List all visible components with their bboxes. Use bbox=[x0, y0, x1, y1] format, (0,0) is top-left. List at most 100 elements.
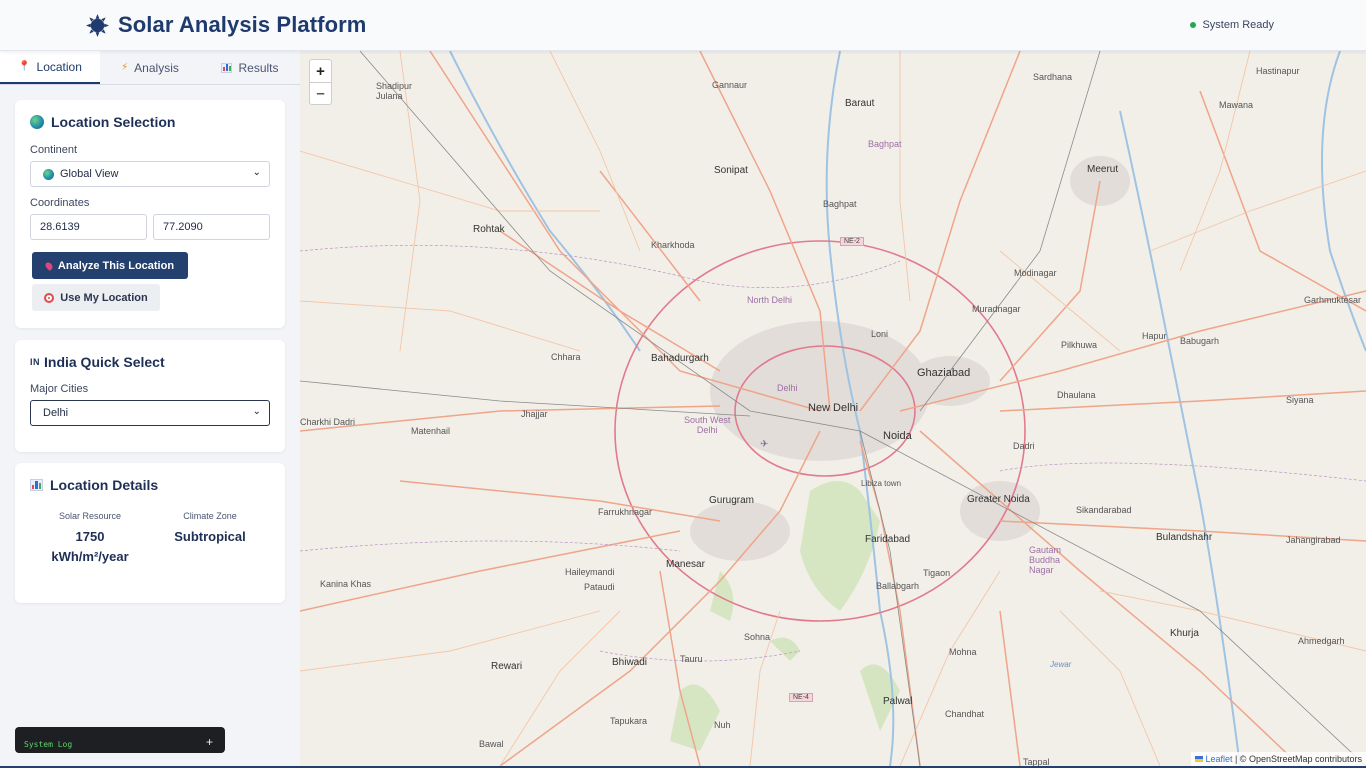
city-value: Delhi bbox=[43, 407, 69, 419]
leaflet-link[interactable]: Leaflet bbox=[1205, 754, 1232, 764]
map-attribution: Leaflet | © OpenStreetMap contributors bbox=[1190, 752, 1366, 766]
map-label: Jhajjar bbox=[521, 409, 548, 419]
app-header: Solar Analysis Platform System Ready bbox=[0, 0, 1366, 51]
chevron-down-icon: ⌄ bbox=[252, 406, 261, 417]
card-title: IN India Quick Select bbox=[30, 354, 165, 370]
coordinates-label: Coordinates bbox=[30, 197, 90, 209]
map-label: Rewari bbox=[491, 661, 523, 672]
major-cities-label: Major Cities bbox=[30, 383, 89, 395]
target-icon bbox=[44, 292, 55, 303]
bar-chart-icon bbox=[30, 479, 43, 491]
india-quick-select-card: IN India Quick Select Major Cities Delhi… bbox=[15, 340, 285, 452]
map-label: Rohtak bbox=[473, 224, 505, 235]
map-label: Ghaziabad bbox=[917, 367, 971, 379]
map-label: Bulandshahr bbox=[1156, 532, 1213, 543]
card-title: Location Details bbox=[30, 477, 270, 493]
map-label: Dadri bbox=[1013, 441, 1035, 451]
map-label: Matenhail bbox=[411, 426, 451, 436]
bar-chart-icon bbox=[221, 62, 233, 73]
map-label: Bawal bbox=[479, 739, 504, 749]
map-label: Sohna bbox=[744, 632, 771, 642]
details-grid: Solar Resource 1750 kWh/m²/year Climate … bbox=[30, 511, 270, 567]
tab-location[interactable]: 📍 Location bbox=[0, 51, 100, 84]
map-label: Charkhi Dadri bbox=[300, 417, 356, 427]
map-label: Manesar bbox=[666, 559, 705, 570]
pin-icon: 📍 bbox=[18, 61, 31, 72]
tab-bar: 📍 Location ⚡ Analysis Results bbox=[0, 51, 300, 85]
map-label: Libiza town bbox=[861, 479, 902, 488]
map-label: Siyana bbox=[1286, 395, 1314, 405]
app-title: Solar Analysis Platform bbox=[118, 12, 367, 37]
tab-label: Analysis bbox=[134, 60, 179, 75]
map-label: South West Delhi bbox=[684, 415, 731, 435]
map-label: Sonipat bbox=[714, 165, 748, 176]
solar-resource-value: 1750 kWh/m²/year bbox=[51, 529, 129, 564]
globe-icon bbox=[30, 115, 44, 129]
climate-zone-value: Subtropical bbox=[174, 529, 246, 544]
status-dot-icon bbox=[1190, 22, 1197, 28]
map-label: Kharkhoda bbox=[651, 240, 695, 250]
system-log-panel[interactable]: System Log + bbox=[15, 727, 225, 753]
map-label: Ahmedgarh bbox=[1298, 636, 1345, 646]
status-text: System Ready bbox=[1202, 19, 1274, 31]
map-label: Sardhana bbox=[1033, 72, 1073, 82]
longitude-input[interactable]: 77.2090 bbox=[153, 214, 270, 240]
map-label: Tigaon bbox=[923, 568, 951, 578]
analyze-location-button[interactable]: Analyze This Location bbox=[32, 252, 188, 279]
map-label: Hapur bbox=[1142, 331, 1167, 341]
map-label: Baghpat bbox=[868, 139, 902, 149]
map-label: Loni bbox=[871, 329, 889, 339]
highway-shield: NE-2 bbox=[840, 237, 864, 246]
map-label: Muradnagar bbox=[972, 304, 1021, 314]
map-label: Bahadurgarh bbox=[651, 353, 709, 364]
city-select[interactable]: Delhi ⌄ bbox=[30, 400, 270, 426]
latitude-input[interactable]: 28.6139 bbox=[30, 214, 147, 240]
highway-shield: NE-4 bbox=[789, 693, 813, 702]
map-label: Chhara bbox=[551, 352, 581, 362]
location-selection-card: Location Selection Continent Global View… bbox=[15, 100, 285, 328]
zoom-out-button[interactable]: – bbox=[310, 82, 331, 104]
zoom-control: + – bbox=[309, 59, 332, 105]
map-label: Nuh bbox=[714, 720, 731, 730]
map-label: Mawana bbox=[1219, 100, 1254, 110]
map-label: Chandhat bbox=[945, 709, 985, 719]
tab-results[interactable]: Results bbox=[200, 51, 300, 84]
globe-icon bbox=[43, 168, 54, 180]
continent-value: Global View bbox=[60, 168, 119, 180]
map-label: Khurja bbox=[1170, 628, 1199, 639]
tab-analysis[interactable]: ⚡ Analysis bbox=[100, 51, 200, 84]
continent-select[interactable]: Global View ⌄ bbox=[30, 161, 270, 187]
zoom-in-button[interactable]: + bbox=[310, 60, 331, 82]
map-label: North Delhi bbox=[747, 295, 793, 305]
tab-label: Location bbox=[36, 59, 82, 74]
map-label: Sikandarabad bbox=[1076, 505, 1132, 515]
attribution-text: | © OpenStreetMap contributors bbox=[1232, 754, 1362, 764]
map-label: Tappal bbox=[1023, 757, 1050, 766]
map-label: Greater Noida bbox=[967, 494, 1030, 505]
map-label: Palwal bbox=[883, 696, 913, 707]
system-log-label: System Log bbox=[24, 740, 73, 749]
map-label: Baghpat bbox=[823, 199, 857, 209]
map-label: Pataudi bbox=[584, 582, 615, 592]
lightning-icon: ⚡ bbox=[121, 62, 129, 73]
expand-log-icon[interactable]: + bbox=[206, 735, 213, 749]
use-my-location-button[interactable]: Use My Location bbox=[32, 284, 160, 311]
map-label: Bhiwadi bbox=[612, 657, 648, 668]
climate-zone: Climate Zone Subtropical bbox=[150, 511, 270, 567]
map-label: Hastinapur bbox=[1256, 66, 1300, 76]
map-label: Shadipur Julana bbox=[376, 81, 413, 101]
map-label: Tapukara bbox=[610, 716, 648, 726]
map-view[interactable]: ✈ + – Shadipur Julana Gannaur Baraut Sar… bbox=[300, 51, 1366, 766]
map-label: Meerut bbox=[1087, 164, 1119, 175]
map-label: Gurugram bbox=[709, 495, 755, 506]
climate-zone-label: Climate Zone bbox=[183, 511, 237, 521]
map-label: Tauru bbox=[680, 654, 703, 664]
map-label: Farrukhnagar bbox=[598, 507, 653, 517]
map-label: Jewar bbox=[1050, 660, 1072, 669]
map-label: Faridabad bbox=[865, 534, 911, 545]
map-label: Garhmuktesar bbox=[1304, 295, 1362, 305]
ukraine-flag-icon bbox=[1194, 756, 1203, 762]
coordinates-row: 28.6139 77.2090 bbox=[30, 214, 270, 240]
map-label: Gautam Buddha Nagar bbox=[1029, 545, 1062, 575]
map-label: Ballabgarh bbox=[876, 581, 920, 591]
